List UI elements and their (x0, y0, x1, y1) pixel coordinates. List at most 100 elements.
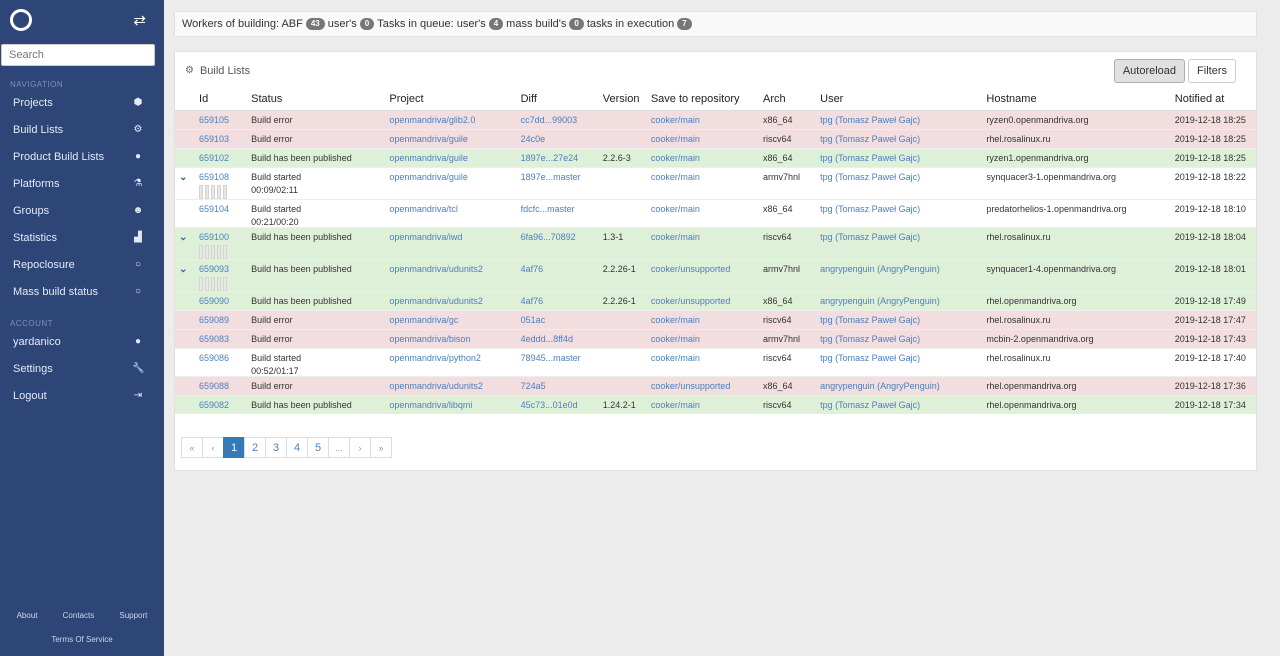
build-id-link[interactable]: 659088 (199, 381, 229, 391)
page-ellipsis-button[interactable]: ... (328, 437, 350, 458)
openmandriva-logo[interactable] (10, 9, 32, 31)
build-id-link[interactable]: 659108 (199, 172, 229, 182)
build-id-link[interactable]: 659083 (199, 334, 229, 344)
user-link[interactable]: tpg (Tomasz Paweł Gajc) (820, 232, 920, 242)
project-link[interactable]: openmandriva/gc (389, 315, 458, 325)
sidebar-item-mass-build-status[interactable]: Mass build status ○ (0, 278, 164, 305)
project-link[interactable]: openmandriva/udunits2 (389, 264, 483, 274)
project-link[interactable]: openmandriva/guile (389, 153, 468, 163)
sidebar-item-settings[interactable]: Settings 🔧 (0, 355, 164, 382)
sidebar-item-repoclosure[interactable]: Repoclosure ○ (0, 251, 164, 278)
user-link[interactable]: tpg (Tomasz Paweł Gajc) (820, 353, 920, 363)
support-link[interactable]: Support (119, 611, 147, 620)
save-to-repository-link[interactable]: cooker/unsupported (651, 381, 731, 391)
diff-link[interactable]: 4af76 (521, 264, 544, 274)
project-link[interactable]: openmandriva/python2 (389, 353, 481, 363)
chevron-down-icon[interactable]: ⌄ (179, 172, 187, 183)
project-link[interactable]: openmandriva/guile (389, 134, 468, 144)
diff-link[interactable]: 45c73...01e0d (521, 400, 578, 410)
save-to-repository-link[interactable]: cooker/main (651, 334, 700, 344)
user-link[interactable]: tpg (Tomasz Paweł Gajc) (820, 315, 920, 325)
filters-button[interactable]: Filters (1188, 58, 1236, 83)
save-to-repository-link[interactable]: cooker/main (651, 172, 700, 182)
column-header-user[interactable]: User (816, 89, 983, 111)
column-header-status[interactable]: Status (247, 89, 386, 111)
project-link[interactable]: openmandriva/bison (389, 334, 470, 344)
column-header-save-to-repository[interactable]: Save to repository (646, 89, 760, 111)
build-id-link[interactable]: 659104 (199, 204, 229, 214)
save-to-repository-link[interactable]: cooker/main (651, 134, 700, 144)
build-id-link[interactable]: 659086 (199, 353, 229, 363)
search-input[interactable] (1, 44, 155, 66)
save-to-repository-link[interactable]: cooker/main (651, 400, 700, 410)
user-link[interactable]: angrypenguin (AngryPenguin) (820, 264, 940, 274)
autoreload-button[interactable]: Autoreload (1113, 58, 1186, 83)
diff-link[interactable]: 24c0e (521, 134, 546, 144)
project-link[interactable]: openmandriva/udunits2 (389, 381, 483, 391)
toggle-sidebar-icon[interactable]: ⇄ (133, 11, 146, 29)
save-to-repository-link[interactable]: cooker/unsupported (651, 264, 731, 274)
column-header-version[interactable]: Version (598, 89, 647, 111)
user-link[interactable]: tpg (Tomasz Paweł Gajc) (820, 115, 920, 125)
column-header-arch[interactable]: Arch (759, 89, 817, 111)
user-link[interactable]: angrypenguin (AngryPenguin) (820, 296, 940, 306)
page-5-button[interactable]: 5 (307, 437, 329, 458)
diff-link[interactable]: 4af76 (521, 296, 544, 306)
sidebar-item-projects[interactable]: Projects ⬢ (0, 89, 164, 116)
project-link[interactable]: openmandriva/iwd (389, 232, 462, 242)
project-link[interactable]: openmandriva/libqmi (389, 400, 472, 410)
column-header-diff[interactable]: Diff (516, 89, 599, 111)
page-2-button[interactable]: 2 (244, 437, 266, 458)
project-link[interactable]: openmandriva/glib2.0 (389, 115, 475, 125)
sidebar-item-build-lists[interactable]: Build Lists ⚙ (0, 116, 164, 143)
user-link[interactable]: tpg (Tomasz Paweł Gajc) (820, 334, 920, 344)
build-id-link[interactable]: 659102 (199, 153, 229, 163)
column-header-hostname[interactable]: Hostname (982, 89, 1171, 111)
save-to-repository-link[interactable]: cooker/main (651, 315, 700, 325)
column-header-project[interactable]: Project (385, 89, 517, 111)
save-to-repository-link[interactable]: cooker/unsupported (651, 296, 731, 306)
about-link[interactable]: About (17, 611, 38, 620)
save-to-repository-link[interactable]: cooker/main (651, 353, 700, 363)
diff-link[interactable]: 051ac (521, 315, 546, 325)
project-link[interactable]: openmandriva/tcl (389, 204, 458, 214)
diff-link[interactable]: cc7dd...99003 (521, 115, 578, 125)
page-prev-button[interactable]: ‹ (202, 437, 224, 458)
project-link[interactable]: openmandriva/guile (389, 172, 468, 182)
column-header-notified-at[interactable]: Notified at (1170, 89, 1256, 111)
page-last-button[interactable]: » (370, 437, 392, 458)
diff-link[interactable]: 724a5 (521, 381, 546, 391)
diff-link[interactable]: 1897e...master (521, 172, 581, 182)
diff-link[interactable]: 1897e...27e24 (521, 153, 579, 163)
build-id-link[interactable]: 659082 (199, 400, 229, 410)
build-id-link[interactable]: 659103 (199, 134, 229, 144)
terms-of-service-link[interactable]: Terms Of Service (51, 635, 112, 644)
build-id-link[interactable]: 659105 (199, 115, 229, 125)
page-3-button[interactable]: 3 (265, 437, 287, 458)
sidebar-item-product-build-lists[interactable]: Product Build Lists ● (0, 143, 164, 170)
diff-link[interactable]: 4eddd...8ff4d (521, 334, 573, 344)
column-header-id[interactable]: Id (195, 89, 248, 111)
page-1-button[interactable]: 1 (223, 437, 245, 458)
user-link[interactable]: tpg (Tomasz Paweł Gajc) (820, 134, 920, 144)
save-to-repository-link[interactable]: cooker/main (651, 232, 700, 242)
chevron-down-icon[interactable]: ⌄ (179, 264, 187, 275)
user-link[interactable]: tpg (Tomasz Paweł Gajc) (820, 400, 920, 410)
page-4-button[interactable]: 4 (286, 437, 308, 458)
save-to-repository-link[interactable]: cooker/main (651, 204, 700, 214)
build-id-link[interactable]: 659089 (199, 315, 229, 325)
sidebar-item-yardanico[interactable]: yardanico ● (0, 328, 164, 355)
sidebar-item-groups[interactable]: Groups ☻ (0, 197, 164, 224)
build-id-link[interactable]: 659093 (199, 264, 229, 274)
contacts-link[interactable]: Contacts (63, 611, 95, 620)
build-id-link[interactable]: 659090 (199, 296, 229, 306)
diff-link[interactable]: fdcfc...master (521, 204, 575, 214)
sidebar-item-platforms[interactable]: Platforms ⚗ (0, 170, 164, 197)
diff-link[interactable]: 6fa96...70892 (521, 232, 576, 242)
page-first-button[interactable]: « (181, 437, 203, 458)
user-link[interactable]: tpg (Tomasz Paweł Gajc) (820, 153, 920, 163)
sidebar-item-statistics[interactable]: Statistics ▟ (0, 224, 164, 251)
chevron-down-icon[interactable]: ⌄ (179, 232, 187, 243)
diff-link[interactable]: 78945...master (521, 353, 581, 363)
user-link[interactable]: tpg (Tomasz Paweł Gajc) (820, 172, 920, 182)
